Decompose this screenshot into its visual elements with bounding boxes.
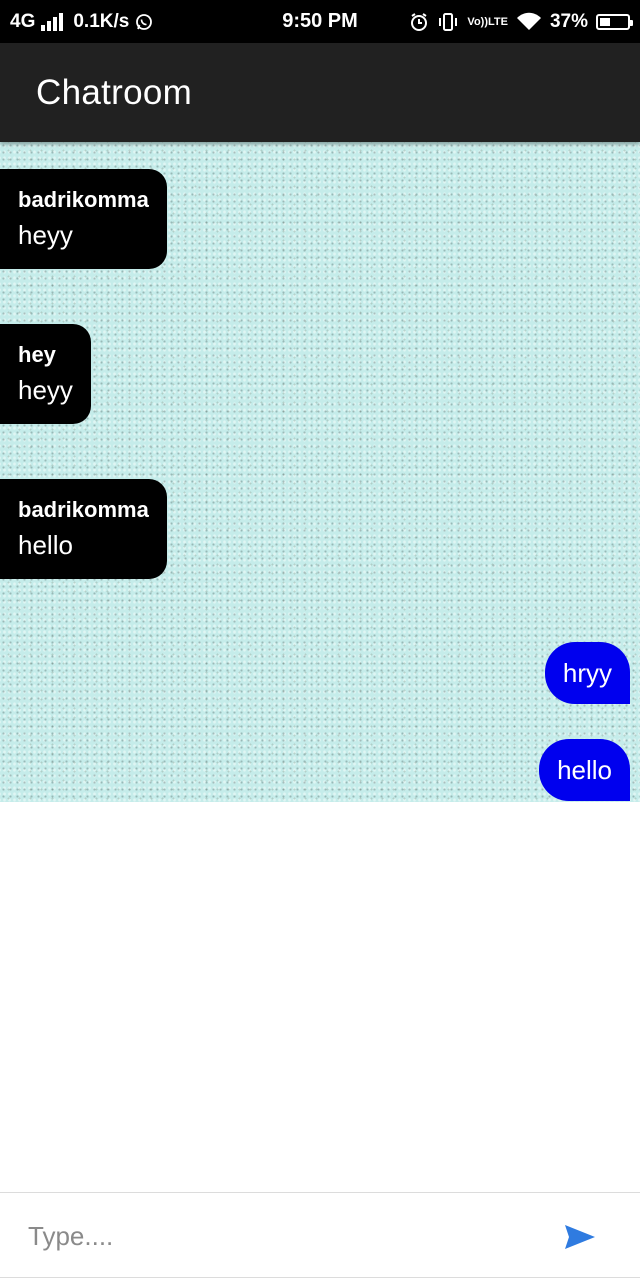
message-outgoing[interactable]: hello bbox=[539, 739, 630, 801]
chat-messages[interactable]: badrikomma heyy hey heyy badrikomma hell… bbox=[0, 142, 640, 802]
lte-label: LTE bbox=[488, 15, 508, 28]
message-sender: badrikomma bbox=[18, 497, 149, 522]
message-text: heyy bbox=[18, 220, 73, 250]
message-outgoing[interactable]: hryy bbox=[544, 642, 630, 704]
status-bar: 4G 0.1K/s 9:50 PM Vo)) LTE 37% bbox=[0, 0, 640, 43]
send-button[interactable] bbox=[560, 1217, 600, 1257]
message-sender: badrikomma bbox=[18, 187, 149, 212]
message-input[interactable] bbox=[28, 1211, 528, 1261]
battery-icon bbox=[596, 13, 633, 30]
message-incoming[interactable]: hey heyy bbox=[0, 324, 91, 424]
chatroom-screen: 4G 0.1K/s 9:50 PM Vo)) LTE 37% Chatroom … bbox=[0, 0, 640, 1280]
wifi-icon bbox=[516, 12, 542, 32]
message-text: hello bbox=[18, 530, 73, 560]
volte-label: Vo)) bbox=[467, 15, 488, 28]
vibrate-icon bbox=[437, 12, 459, 32]
page-title: Chatroom bbox=[36, 72, 193, 112]
battery-fill bbox=[600, 17, 610, 26]
message-text: hello bbox=[557, 754, 612, 785]
app-bar: Chatroom bbox=[0, 43, 640, 142]
message-sender: hey bbox=[18, 342, 56, 367]
composer-bar bbox=[0, 1192, 640, 1278]
message-text: hryy bbox=[562, 657, 612, 688]
message-incoming[interactable]: badrikomma hello bbox=[0, 479, 167, 579]
volte-icon: Vo)) LTE bbox=[467, 15, 508, 28]
send-icon bbox=[563, 1223, 597, 1251]
message-incoming[interactable]: badrikomma heyy bbox=[0, 169, 167, 269]
alarm-icon bbox=[409, 12, 429, 32]
status-right: Vo)) LTE 37% bbox=[409, 0, 633, 43]
battery-percent: 37% bbox=[549, 10, 588, 32]
message-text: heyy bbox=[18, 375, 73, 405]
